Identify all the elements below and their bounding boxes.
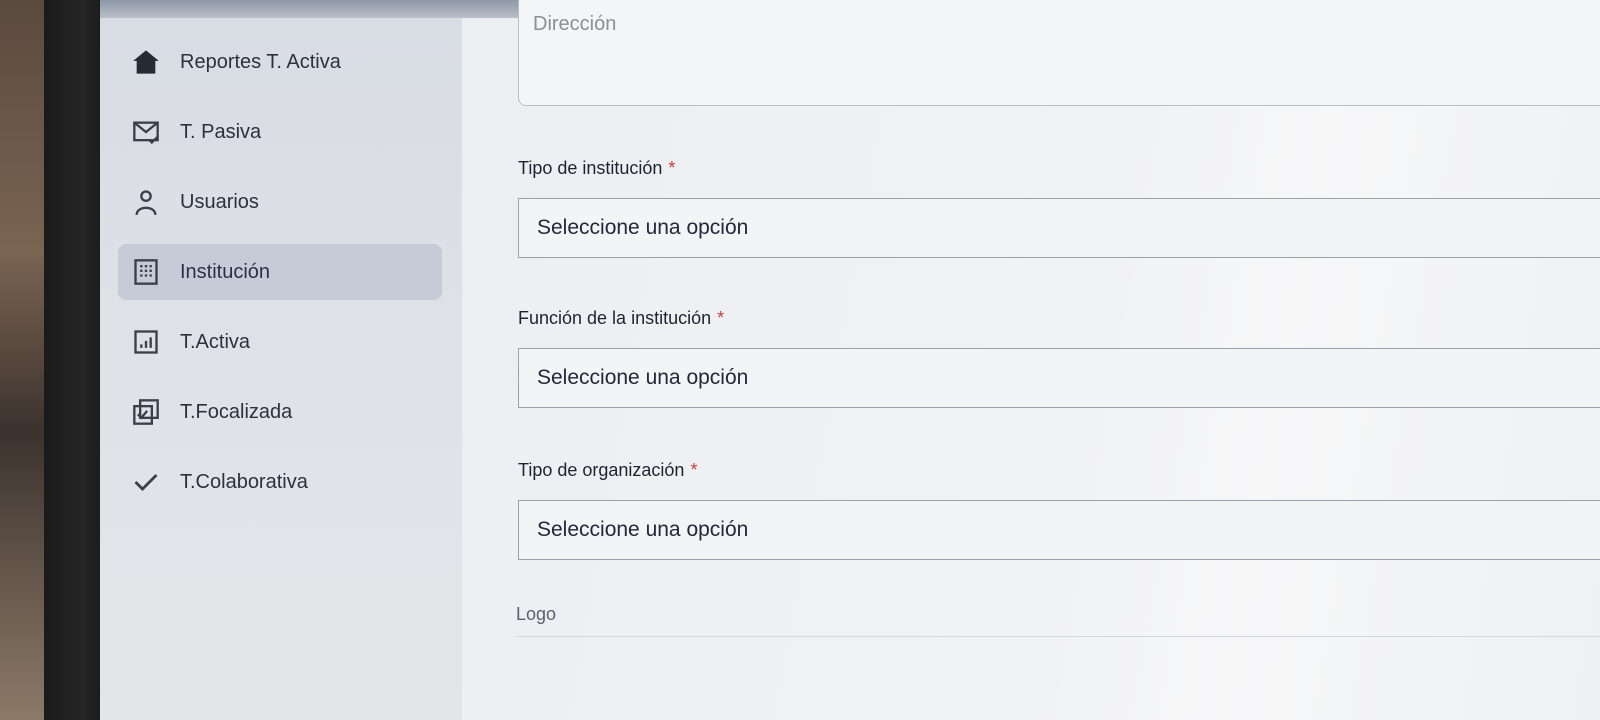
- checkbox-stack-icon: [130, 396, 162, 428]
- sidebar-item-label: T.Activa: [180, 330, 251, 353]
- user-icon: [130, 186, 162, 218]
- organization-type-label-text: Tipo de organización: [518, 460, 685, 480]
- sidebar-item-label: Usuarios: [180, 190, 259, 213]
- institution-form: Dirección Tipo de institución * Seleccion…: [462, 0, 1600, 720]
- sidebar-item-label: Institución: [180, 260, 271, 283]
- bar-chart-icon: [130, 326, 162, 358]
- monitor-bezel: [44, 0, 100, 720]
- sidebar: Reportes T. Activa T. Pasiva Usuarios In…: [100, 18, 462, 720]
- sidebar-item-t-pasiva[interactable]: T. Pasiva: [118, 104, 442, 160]
- sidebar-item-label: T.Focalizada: [180, 400, 293, 423]
- sidebar-item-t-activa[interactable]: T.Activa: [118, 314, 442, 370]
- institution-type-label-text: Tipo de institución: [518, 158, 663, 178]
- address-textarea[interactable]: Dirección: [518, 0, 1600, 106]
- institution-type-select[interactable]: Seleccione una opción: [518, 198, 1600, 258]
- check-icon: [130, 466, 162, 498]
- sidebar-item-label: Reportes T. Activa: [180, 50, 341, 73]
- sidebar-item-t-focalizada[interactable]: T.Focalizada: [118, 384, 442, 440]
- institution-function-select[interactable]: Seleccione una opción: [518, 348, 1600, 408]
- home-icon: [130, 46, 162, 78]
- organization-type-select[interactable]: Seleccione una opción: [518, 500, 1600, 560]
- sidebar-item-institucion[interactable]: Institución: [118, 244, 442, 300]
- sidebar-item-label: T.Colaborativa: [180, 470, 308, 493]
- required-mark: *: [668, 158, 676, 178]
- mail-check-icon: [130, 116, 162, 148]
- required-mark: *: [690, 460, 698, 480]
- sidebar-item-usuarios[interactable]: Usuarios: [118, 174, 442, 230]
- organization-type-label: Tipo de organización *: [518, 460, 697, 481]
- building-icon: [130, 256, 162, 288]
- logo-label: Logo: [516, 604, 557, 624]
- institution-type-label: Tipo de institución *: [518, 158, 675, 179]
- logo-upload-area[interactable]: [516, 636, 1600, 720]
- sidebar-item-reportes-t-activa[interactable]: Reportes T. Activa: [118, 34, 442, 90]
- institution-function-label-text: Función de la institución: [518, 308, 712, 328]
- screen: Reportes T. Activa T. Pasiva Usuarios In…: [100, 0, 1600, 720]
- institution-function-label: Función de la institución *: [518, 308, 724, 329]
- address-placeholder: Dirección: [533, 13, 617, 35]
- required-mark: *: [717, 308, 725, 328]
- sidebar-item-t-colaborativa[interactable]: T.Colaborativa: [118, 454, 442, 510]
- sidebar-item-label: T. Pasiva: [180, 120, 262, 143]
